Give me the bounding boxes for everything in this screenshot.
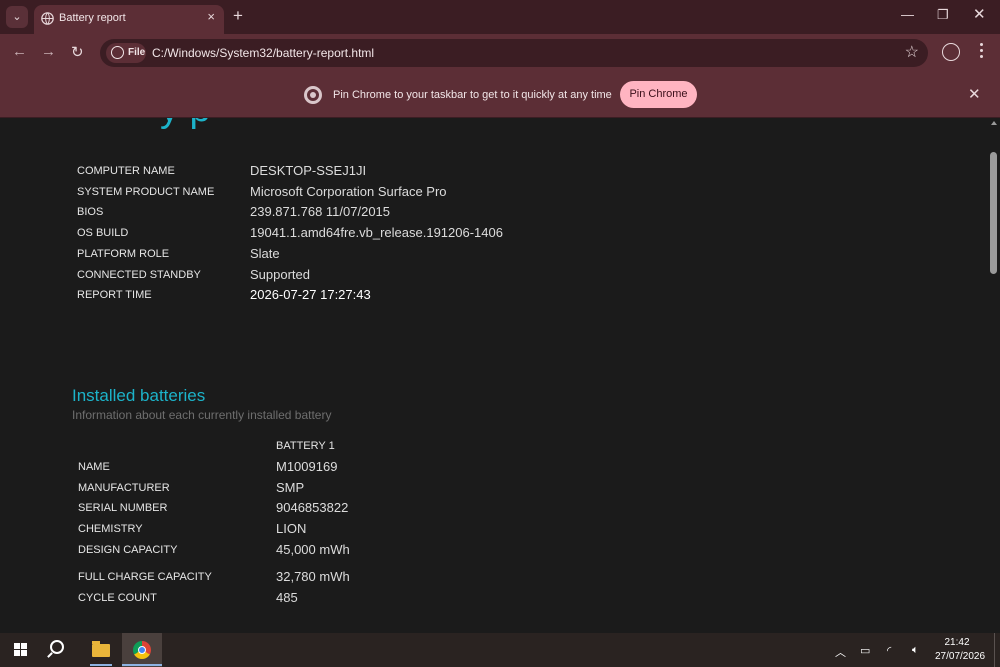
pin-chrome-infobar: Pin Chrome to your taskbar to get to it … [0,72,1000,118]
tab-title: Battery report [59,12,126,24]
battery-value: M1009169 [276,459,338,474]
system-info-label: CONNECTED STANDBY [77,269,201,281]
system-info-label: BIOS [77,206,104,218]
battery-label: NAME [78,461,110,473]
tab-strip: ⌄ Battery report × + — ❐ ✕ [0,0,1000,34]
explorer-active-indicator [90,664,112,666]
globe-icon [41,12,54,25]
volume-icon[interactable]: 🔈︎ [912,644,919,657]
tray-chevron-up-icon[interactable]: ︿ [835,644,846,660]
windows-taskbar: ︿ ▭ ◜ 🔈︎ 21:42 27/07/2026 [0,633,1000,667]
forward-arrow-icon[interactable]: → [41,43,56,60]
reload-icon[interactable]: ↻ [71,43,84,61]
infobar-message: Pin Chrome to your taskbar to get to it … [333,89,612,101]
system-info-value: Microsoft Corporation Surface Pro [250,184,447,199]
show-desktop-button[interactable] [994,633,1000,667]
restore-icon[interactable]: ❐ [937,7,949,23]
battery-label: CYCLE COUNT [78,592,157,604]
chrome-active-indicator [122,664,162,666]
installed-batteries-title: Installed batteries [72,386,206,405]
battery-value: 485 [276,590,298,605]
system-info-value: 239.871.768 11/07/2015 [250,204,391,219]
info-icon [111,46,124,59]
system-info-value: Supported [250,267,310,282]
clock-time: 21:42 [944,637,970,648]
system-info-value: 19041.1.amd64fre.vb_release.191206-1406 [250,225,503,240]
chrome-logo-icon [304,86,322,104]
system-info-label: COMPUTER NAME [77,165,175,177]
windows-start-icon[interactable] [14,643,27,656]
vertical-scrollbar[interactable] [988,118,1000,633]
new-tab-plus-icon[interactable]: + [233,6,243,26]
site-info-chip[interactable]: File [106,43,146,63]
battery-value: 32,780 mWh [276,569,350,584]
system-info-label: REPORT TIME [77,289,152,301]
infobar-close-icon[interactable]: ✕ [968,85,981,103]
system-info-value: Slate [250,246,280,261]
battery-column-header: BATTERY 1 [276,440,335,452]
pin-chrome-button[interactable]: Pin Chrome [620,81,697,108]
bookmark-star-icon[interactable]: ☆ [905,42,919,62]
system-info-value: DESKTOP-SSEJ1JI [250,163,367,178]
battery-label: MANUFACTURER [78,482,170,494]
window-close-icon[interactable]: ✕ [973,5,986,23]
profile-avatar-icon[interactable] [942,43,960,61]
battery-value: SMP [276,480,305,495]
page-heading-cut: y p [160,118,211,131]
battery-icon[interactable]: ▭ [860,644,870,657]
file-label: File [128,47,146,58]
kebab-menu-icon[interactable] [980,43,984,61]
installed-batteries-subtitle: Information about each currently install… [72,408,332,422]
close-tab-icon[interactable]: × [207,9,215,24]
wifi-icon[interactable]: ◜ [887,644,891,657]
page-content: y p COMPUTER NAME DESKTOP-SSEJ1JI SYSTEM P… [0,118,988,633]
tab-battery-report[interactable]: Battery report × [34,5,224,34]
address-bar[interactable]: File C:/Windows/System32/battery-report.… [100,39,928,67]
taskbar-clock[interactable]: 21:42 27/07/2026 [935,636,986,664]
tab-search-button[interactable]: ⌄ [6,6,28,28]
back-arrow-icon[interactable]: ← [12,43,27,60]
system-info-label: PLATFORM ROLE [77,248,170,260]
battery-label: CHEMISTRY [78,523,143,535]
battery-label: SERIAL NUMBER [78,502,168,514]
url-text[interactable]: C:/Windows/System32/battery-report.html [152,46,374,60]
battery-value: 9046853822 [276,500,349,515]
system-info-label: SYSTEM PRODUCT NAME [77,186,215,198]
chrome-icon[interactable] [133,641,151,659]
scroll-thumb[interactable] [990,152,997,274]
system-info-value: 2026-07-27 17:27:43 [250,287,371,302]
file-explorer-icon[interactable] [92,641,110,657]
scroll-up-arrow-icon[interactable] [991,121,997,125]
battery-value: LION [276,521,307,536]
chevron-down-icon: ⌄ [12,11,22,23]
clock-date: 27/07/2026 [935,651,986,662]
battery-label: DESIGN CAPACITY [78,544,178,556]
minimize-icon[interactable]: — [901,7,914,22]
browser-toolbar: ← → ↻ File C:/Windows/System32/battery-r… [0,34,1000,72]
system-info-label: OS BUILD [77,227,129,239]
search-icon[interactable] [50,640,64,654]
battery-value: 45,000 mWh [276,542,350,557]
battery-label: FULL CHARGE CAPACITY [78,571,212,583]
